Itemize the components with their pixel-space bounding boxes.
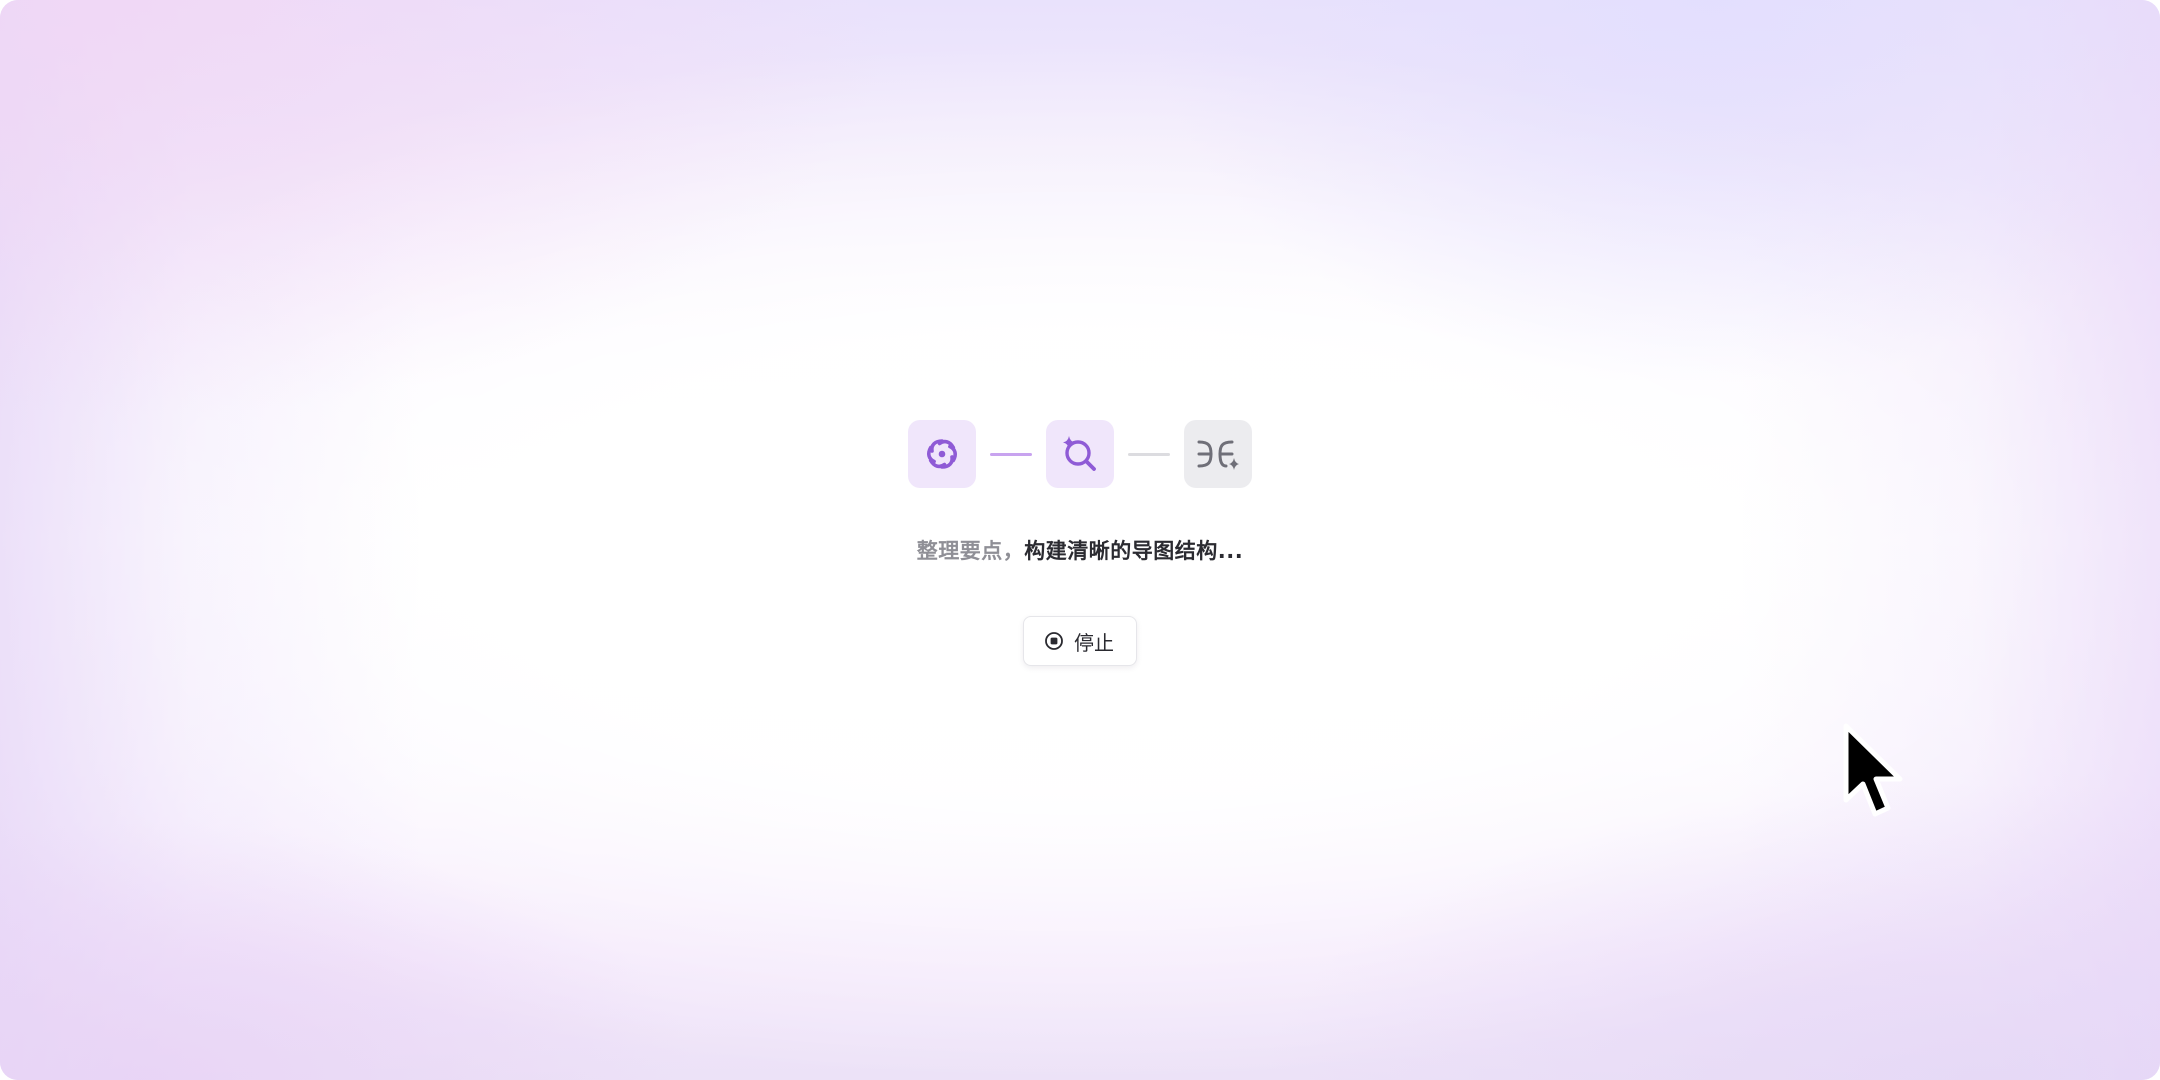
background-tint-top-left — [0, 0, 900, 420]
background-tint-top-right — [1160, 0, 2160, 380]
stop-button-label: 停止 — [1074, 630, 1114, 655]
status-text-dim: 整理要点， — [916, 539, 1025, 563]
background-tint-bottom-right — [1260, 780, 2160, 1080]
generation-progress-panel: 整理要点， 构建清晰的导图结构... 停止 — [0, 420, 2160, 666]
step-mindmap — [1183, 420, 1252, 488]
app-canvas: 整理要点， 构建清晰的导图结构... 停止 — [0, 0, 2160, 1080]
mindmap-sparkle-icon — [1197, 440, 1239, 470]
progress-steps — [907, 420, 1252, 488]
mouse-pointer-icon — [1843, 723, 1903, 817]
swirl-icon — [926, 439, 957, 469]
status-text-strong: 构建清晰的导图结构... — [1024, 539, 1244, 563]
stop-circle-icon — [1045, 632, 1063, 650]
step-connector-2 — [1127, 452, 1170, 456]
status-message: 整理要点， 构建清晰的导图结构... — [917, 536, 1243, 566]
background-tint-bottom-left — [0, 820, 700, 1080]
step-search — [1045, 420, 1114, 488]
step-connector-1 — [989, 452, 1032, 456]
step-swirl — [907, 420, 976, 488]
sparkle-search-icon — [1062, 436, 1096, 471]
stop-button[interactable]: 停止 — [1023, 616, 1137, 666]
